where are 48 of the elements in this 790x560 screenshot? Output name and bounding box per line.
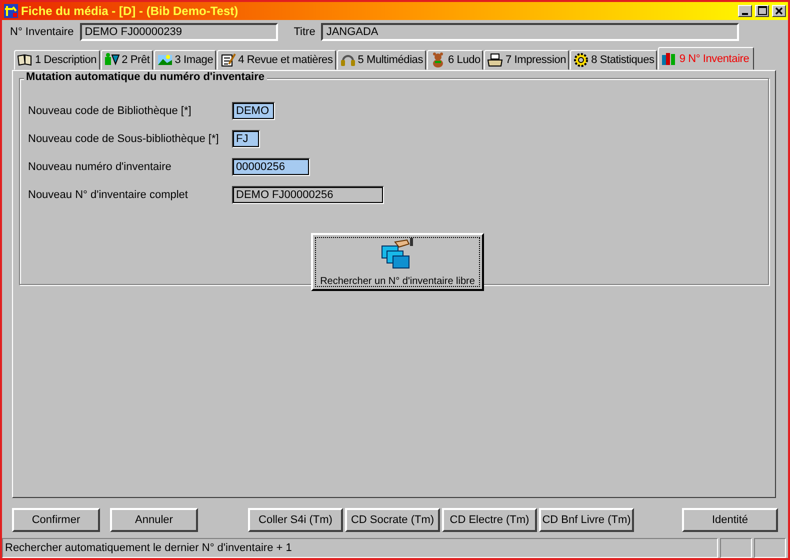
status-panel (754, 538, 786, 558)
window-title: Fiche du média - [D] - (Bib Demo-Test) (21, 4, 240, 18)
landscape-icon (156, 52, 173, 68)
windows-icon (380, 238, 414, 270)
field-label: Nouveau N° d'inventaire complet (28, 189, 189, 201)
socrate-button[interactable]: CD Socrate (Tm) (345, 508, 440, 532)
status-text: Rechercher automatiquement le dernier N° d'inventaire + 1 (2, 538, 718, 558)
books-icon (661, 50, 678, 66)
search-button[interactable]: Rechercher un N° d'inventaire libre (311, 233, 484, 291)
minimize-button[interactable] (738, 4, 752, 17)
bnf-button[interactable]: CD Bnf Livre (Tm) (539, 508, 634, 532)
field-label: Nouveau code de Sous-bibliothèque [*] (28, 133, 220, 145)
close-button[interactable] (772, 4, 786, 17)
field-label: Titre (294, 26, 316, 38)
group-title: Mutation automatique du numéro d'inventaire (24, 71, 267, 83)
headphones-icon (340, 52, 356, 68)
text-field[interactable]: JANGADA (321, 23, 740, 42)
field-label: Nouveau numéro d'inventaire (28, 161, 172, 173)
tab[interactable]: 7 Impression (484, 50, 570, 70)
tab[interactable]: 2 Prêt (100, 50, 153, 70)
paste-button[interactable]: Coller S4i (Tm) (248, 508, 343, 532)
close-icon (775, 6, 783, 15)
gear-icon (573, 52, 590, 68)
tab[interactable]: 6 Ludo (427, 50, 484, 70)
electre-button[interactable]: CD Electre (Tm) (442, 508, 537, 532)
tab[interactable]: 3 Image (154, 50, 216, 70)
cancel-button[interactable]: Annuler (110, 508, 198, 532)
maximize-icon (758, 6, 766, 16)
tab[interactable]: 8 Statistiques (570, 50, 658, 70)
text-field[interactable]: 00000256 (232, 158, 310, 176)
printer-icon (487, 52, 504, 68)
field-label: Nouveau code de Bibliothèque [*] (28, 105, 192, 117)
identity-button[interactable]: Identité (682, 508, 778, 532)
tab[interactable]: 4 Revue et matières (217, 50, 336, 70)
confirm-button[interactable]: Confirmer (12, 508, 100, 532)
minimize-icon (742, 12, 748, 15)
person-icon (104, 52, 120, 68)
tab[interactable]: 5 Multimédias (336, 50, 426, 70)
tab[interactable]: 1 Description (14, 50, 100, 70)
maximize-button[interactable] (755, 4, 769, 17)
notepad-icon (220, 52, 236, 68)
text-field[interactable]: DEMO FJ00000239 (80, 23, 278, 42)
text-field[interactable]: DEMO (232, 102, 275, 120)
status-panel (720, 538, 752, 558)
text-field[interactable]: FJ (232, 130, 260, 148)
book-icon (17, 52, 33, 68)
field-label: N° Inventaire (10, 26, 74, 38)
app-icon (4, 4, 18, 18)
